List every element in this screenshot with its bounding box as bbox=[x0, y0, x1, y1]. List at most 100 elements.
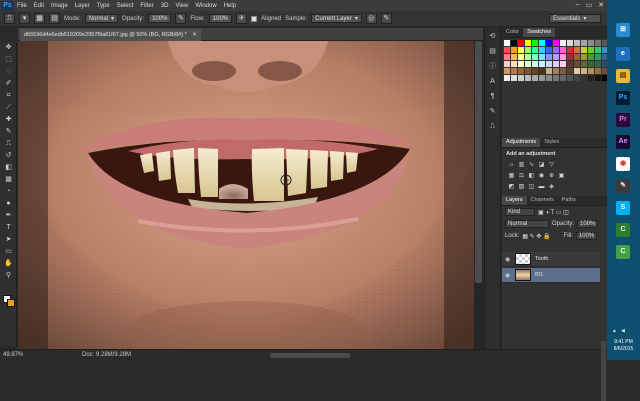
maximize-button[interactable]: ▭ bbox=[586, 1, 593, 9]
color-swatch[interactable] bbox=[518, 40, 524, 46]
color-swatch[interactable] bbox=[553, 40, 559, 46]
color-swatch[interactable] bbox=[504, 75, 510, 81]
menu-file[interactable]: File bbox=[17, 3, 27, 9]
mode-select[interactable]: Normal ▾ bbox=[84, 14, 119, 23]
history-brush-tool-icon[interactable]: ↺ bbox=[0, 150, 17, 162]
color-swatch[interactable] bbox=[525, 40, 531, 46]
taskbar-app[interactable]: ✎ bbox=[611, 176, 635, 196]
exposure-icon[interactable]: ◪ bbox=[538, 162, 545, 169]
color-swatch[interactable] bbox=[553, 47, 559, 53]
eyedropper-tool-icon[interactable]: ⟋ bbox=[0, 102, 17, 114]
shape-tool-icon[interactable]: ▭ bbox=[0, 246, 17, 258]
color-swatch[interactable] bbox=[525, 61, 531, 67]
tab-channels[interactable]: Channels bbox=[527, 196, 558, 205]
color-swatch[interactable] bbox=[539, 47, 545, 53]
opacity-input[interactable]: 100% bbox=[148, 14, 172, 23]
properties-icon[interactable]: ▤ bbox=[485, 46, 500, 58]
levels-icon[interactable]: ▥ bbox=[518, 162, 525, 169]
color-swatch[interactable] bbox=[532, 75, 538, 81]
toggle-brush-panel-icon[interactable]: ▦ bbox=[34, 13, 45, 24]
taskbar-app[interactable]: ◉ bbox=[611, 154, 635, 174]
color-swatch[interactable] bbox=[567, 61, 573, 67]
taskbar-app[interactable]: C bbox=[611, 220, 635, 240]
color-swatch[interactable] bbox=[532, 68, 538, 74]
pen-tool-icon[interactable]: ✒ bbox=[0, 210, 17, 222]
clone-stamp-tool-icon[interactable]: ⎍ bbox=[4, 13, 15, 24]
brush-tool-icon[interactable]: ✎ bbox=[0, 126, 17, 138]
color-swatch[interactable] bbox=[546, 54, 552, 60]
blend-mode-select[interactable]: Normal bbox=[505, 220, 549, 228]
layer-opacity-input[interactable]: 100% bbox=[577, 220, 599, 228]
tab-styles[interactable]: Styles bbox=[540, 138, 563, 147]
color-swatch[interactable] bbox=[567, 47, 573, 53]
color-swatch[interactable] bbox=[553, 68, 559, 74]
color-swatch[interactable] bbox=[581, 54, 587, 60]
menu-select[interactable]: Select bbox=[117, 3, 134, 9]
taskbar-app[interactable]: Ps bbox=[611, 88, 635, 108]
taskbar-app[interactable]: Ae bbox=[611, 132, 635, 152]
minimize-button[interactable]: – bbox=[576, 1, 580, 9]
color-lookup-icon[interactable]: ▣ bbox=[558, 173, 565, 180]
color-swatch[interactable] bbox=[581, 61, 587, 67]
color-swatch[interactable] bbox=[581, 47, 587, 53]
layers-scrollbar[interactable] bbox=[601, 341, 606, 401]
taskbar-app[interactable]: ▤ bbox=[611, 66, 635, 86]
close-tab-icon[interactable]: ✕ bbox=[192, 32, 197, 38]
color-swatch[interactable] bbox=[518, 47, 524, 53]
workspace-select[interactable]: Essentials ▾ bbox=[549, 14, 601, 23]
color-swatch[interactable] bbox=[511, 40, 517, 46]
brush-panel-icon[interactable]: ✎ bbox=[485, 106, 500, 118]
marquee-tool-icon[interactable]: ⬚ bbox=[0, 54, 17, 66]
color-swatch[interactable] bbox=[595, 40, 601, 46]
color-swatch[interactable] bbox=[560, 54, 566, 60]
color-swatch[interactable] bbox=[532, 61, 538, 67]
color-swatch[interactable] bbox=[560, 40, 566, 46]
color-swatch[interactable] bbox=[595, 68, 601, 74]
taskbar-app[interactable]: C bbox=[611, 242, 635, 262]
color-swatch[interactable] bbox=[532, 47, 538, 53]
tab-layers[interactable]: Layers bbox=[502, 196, 527, 205]
close-button[interactable]: ✕ bbox=[598, 1, 604, 9]
color-swatch[interactable] bbox=[539, 68, 545, 74]
gradient-map-icon[interactable]: ▬ bbox=[538, 184, 545, 191]
history-icon[interactable]: ⟲ bbox=[485, 31, 500, 43]
color-swatch[interactable] bbox=[553, 54, 559, 60]
color-swatch[interactable] bbox=[525, 68, 531, 74]
color-swatch[interactable] bbox=[539, 40, 545, 46]
color-swatch[interactable] bbox=[546, 40, 552, 46]
color-swatch[interactable] bbox=[574, 68, 580, 74]
gradient-tool-icon[interactable]: ▦ bbox=[0, 174, 17, 186]
posterize-icon[interactable]: ▨ bbox=[518, 184, 525, 191]
background-color-swatch[interactable] bbox=[7, 299, 15, 307]
lasso-tool-icon[interactable]: ◌ bbox=[0, 66, 17, 78]
color-swatch[interactable] bbox=[511, 61, 517, 67]
color-swatch[interactable] bbox=[546, 75, 552, 81]
color-swatch[interactable] bbox=[574, 61, 580, 67]
quick-select-tool-icon[interactable]: ✐ bbox=[0, 78, 17, 90]
clone-stamp-tool-icon[interactable]: ⎍ bbox=[0, 138, 17, 150]
brush-preset-picker[interactable]: ▾ bbox=[19, 13, 30, 24]
color-swatch[interactable] bbox=[546, 61, 552, 67]
ignore-adjustment-layers-icon[interactable]: ◎ bbox=[365, 13, 377, 24]
color-swatch[interactable] bbox=[595, 61, 601, 67]
layer-row-tooth[interactable]: ◉ Tooth bbox=[502, 252, 600, 267]
color-swatch[interactable] bbox=[595, 54, 601, 60]
taskbar-app[interactable]: ⊞ bbox=[611, 20, 635, 40]
filter-icons[interactable]: ▣ ◑ T ▭ ◫ bbox=[538, 209, 569, 216]
crop-tool-icon[interactable]: ⌗ bbox=[0, 90, 17, 102]
aligned-checkbox[interactable] bbox=[251, 15, 258, 22]
menu-view[interactable]: View bbox=[175, 3, 188, 9]
color-swatch[interactable] bbox=[518, 75, 524, 81]
menu-window[interactable]: Window bbox=[195, 3, 216, 9]
photo-filter-icon[interactable]: ◉ bbox=[538, 173, 545, 180]
color-swatch[interactable] bbox=[588, 54, 594, 60]
color-swatch[interactable] bbox=[588, 47, 594, 53]
color-swatch[interactable] bbox=[588, 75, 594, 81]
color-swatch[interactable] bbox=[525, 47, 531, 53]
zoom-tool-icon[interactable]: ⚲ bbox=[0, 270, 17, 282]
selective-color-icon[interactable]: ◈ bbox=[548, 184, 555, 191]
vibrance-icon[interactable]: ▽ bbox=[548, 162, 555, 169]
color-swatch[interactable] bbox=[574, 54, 580, 60]
lock-icons[interactable]: ▦ ✎ ✥ 🔒 bbox=[522, 233, 550, 240]
threshold-icon[interactable]: ◫ bbox=[528, 184, 535, 191]
